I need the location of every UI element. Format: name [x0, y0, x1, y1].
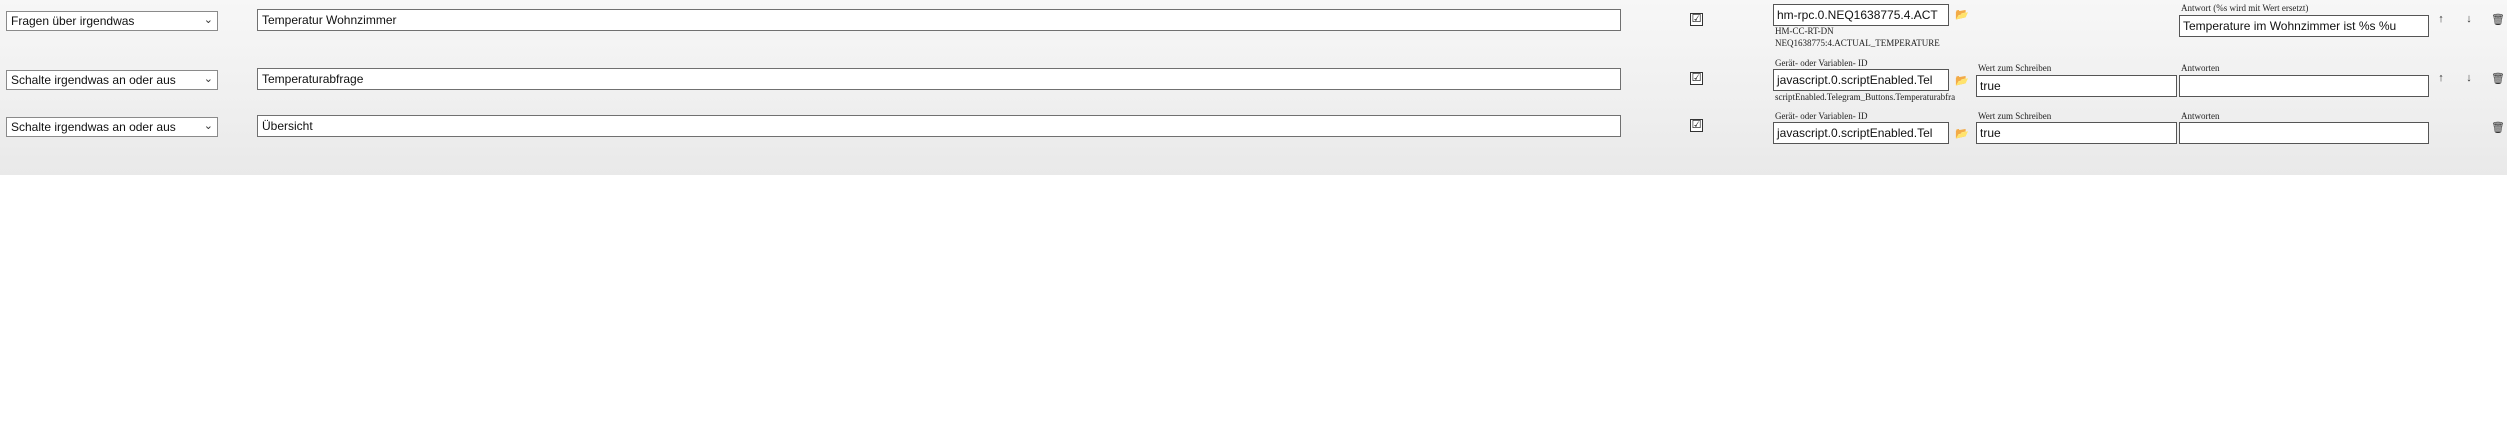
answer-label: Antworten: [2181, 111, 2220, 121]
rule-enabled-checkbox[interactable]: ☑: [1690, 119, 1703, 132]
move-down-icon[interactable]: ↓: [2463, 13, 2475, 25]
move-up-icon[interactable]: ↑: [2435, 72, 2447, 84]
delete-icon[interactable]: 🗑: [2491, 72, 2505, 85]
folder-icon[interactable]: 📂: [1955, 8, 1969, 21]
answer-label: Antworten: [2181, 63, 2220, 73]
rule-row-3: Schalte irgendwas an oder aus ⌄ Übersich…: [0, 106, 2507, 150]
rule-type-value: Schalte irgendwas an oder aus: [11, 73, 176, 87]
move-up-icon[interactable]: ↑: [2435, 13, 2447, 25]
rule-type-value: Schalte irgendwas an oder aus: [11, 120, 176, 134]
rule-type-select[interactable]: Schalte irgendwas an oder aus ⌄: [6, 117, 218, 137]
rule-type-value: Fragen über irgendwas: [11, 14, 135, 28]
device-id-input[interactable]: hm-rpc.0.NEQ1638775.4.ACT: [1773, 4, 1949, 26]
rule-row-2: Schalte irgendwas an oder aus ⌄ Temperat…: [0, 58, 2507, 102]
rule-enabled-checkbox[interactable]: ☑: [1690, 72, 1703, 85]
chevron-down-icon: ⌄: [203, 73, 213, 85]
delete-icon[interactable]: 🗑: [2491, 13, 2505, 26]
rule-text-input[interactable]: Temperatur Wohnzimmer: [257, 9, 1621, 31]
device-sub-line-1: HM-CC-RT-DN: [1775, 26, 1834, 36]
rule-type-select[interactable]: Fragen über irgendwas ⌄: [6, 11, 218, 31]
move-down-icon[interactable]: ↓: [2463, 72, 2475, 84]
rule-enabled-checkbox[interactable]: ☑: [1690, 13, 1703, 26]
chevron-down-icon: ⌄: [203, 120, 213, 132]
device-id-label: Gerät- oder Variablen- ID: [1775, 111, 1868, 121]
folder-icon[interactable]: 📂: [1955, 74, 1969, 87]
rule-text-input[interactable]: Übersicht: [257, 115, 1621, 137]
rule-text-input[interactable]: Temperaturabfrage: [257, 68, 1621, 90]
write-value-label: Wert zum Schreiben: [1978, 111, 2052, 121]
device-sub-line-2: NEQ1638775:4.ACTUAL_TEMPERATURE: [1775, 38, 1940, 48]
chevron-down-icon: ⌄: [203, 14, 213, 26]
device-id-label: Gerät- oder Variablen- ID: [1775, 58, 1868, 68]
rule-row-1: Fragen über irgendwas ⌄ Temperatur Wohnz…: [0, 0, 2507, 48]
device-id-input[interactable]: javascript.0.scriptEnabled.Tel: [1773, 69, 1949, 91]
answer-input[interactable]: [2179, 122, 2429, 144]
rule-type-select[interactable]: Schalte irgendwas an oder aus ⌄: [6, 70, 218, 90]
write-value-input[interactable]: true: [1976, 75, 2177, 97]
write-value-input[interactable]: true: [1976, 122, 2177, 144]
rules-panel: Fragen über irgendwas ⌄ Temperatur Wohnz…: [0, 0, 2507, 175]
device-sub-line-1: scriptEnabled.Telegram_Buttons.Temperatu…: [1775, 92, 1956, 102]
answer-label: Antwort (%s wird mit Wert ersetzt): [2181, 3, 2309, 13]
answer-input[interactable]: Temperature im Wohnzimmer ist %s %u: [2179, 15, 2429, 37]
device-id-input[interactable]: javascript.0.scriptEnabled.Tel: [1773, 122, 1949, 144]
write-value-label: Wert zum Schreiben: [1978, 63, 2052, 73]
delete-icon[interactable]: 🗑: [2491, 121, 2505, 134]
answer-input[interactable]: [2179, 75, 2429, 97]
folder-icon[interactable]: 📂: [1955, 127, 1969, 140]
